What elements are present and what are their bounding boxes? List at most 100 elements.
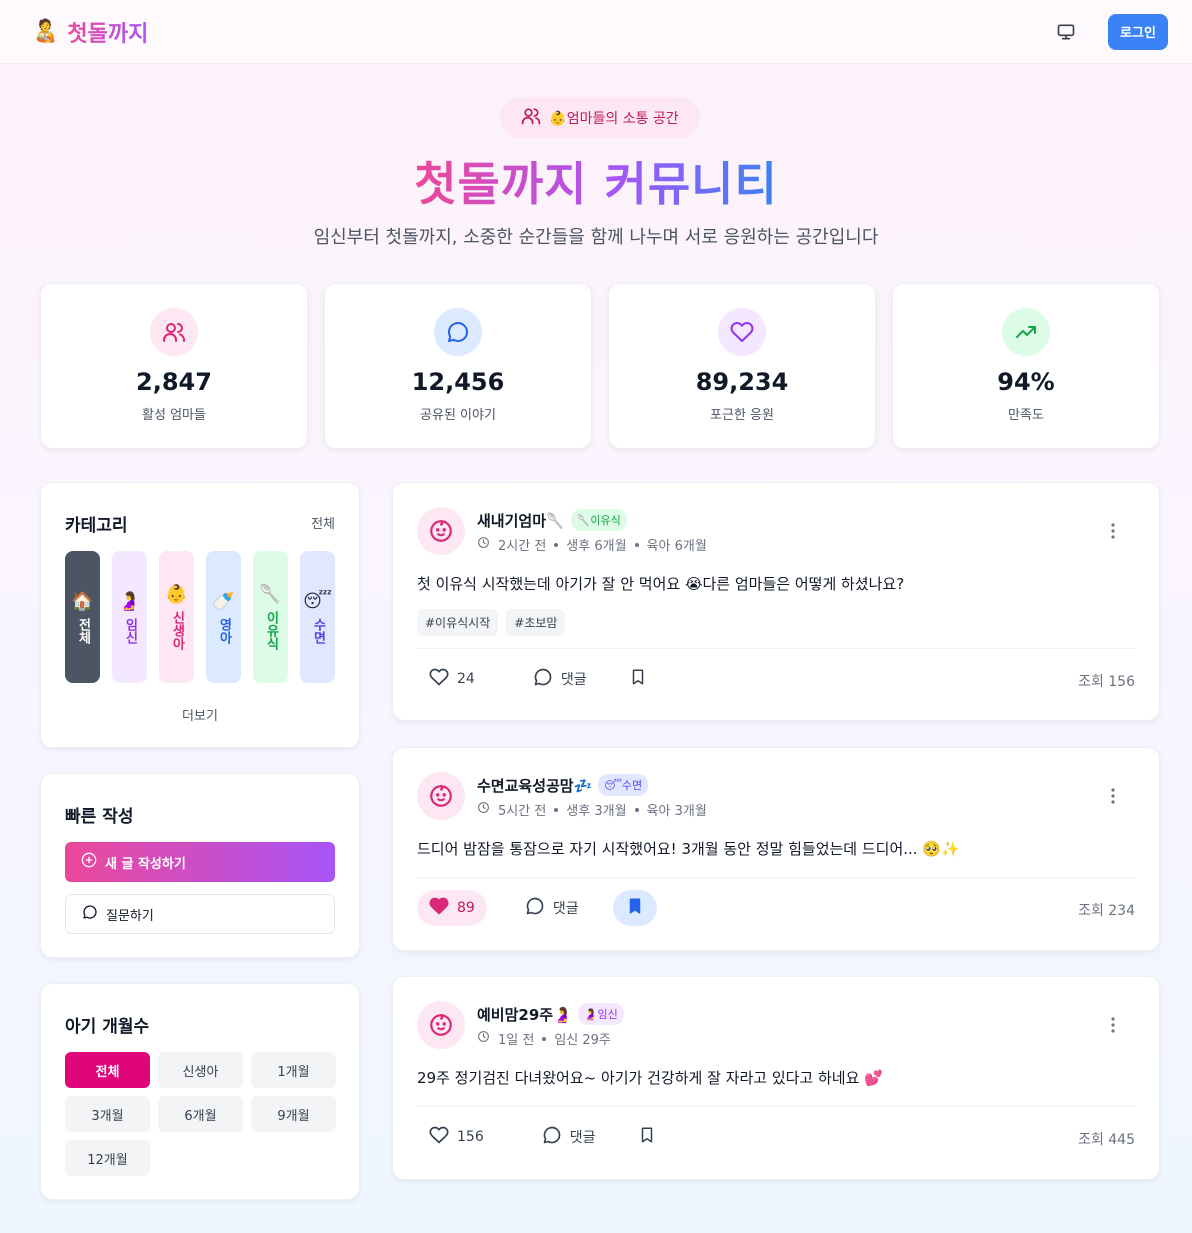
- bookmark-button[interactable]: [626, 1119, 668, 1155]
- chat-bubble-icon: [533, 667, 553, 691]
- view-count: 조회 445: [1078, 1132, 1135, 1148]
- more-options-icon[interactable]: [1103, 1015, 1123, 1035]
- month-option-6[interactable]: 6개월: [158, 1096, 243, 1132]
- month-option-1[interactable]: 1개월: [251, 1052, 336, 1088]
- post-time: 1일 전: [498, 1033, 535, 1048]
- heart-filled-icon: [429, 896, 449, 920]
- post-author[interactable]: 예비맘29주🤰: [477, 1004, 572, 1025]
- post-meta: 2시간 전 생후 6개월 육아 6개월: [477, 535, 707, 554]
- post-category-badge: 🥄이유식: [570, 509, 627, 531]
- clock-icon: [477, 536, 490, 553]
- baby-face-icon[interactable]: [417, 1001, 465, 1049]
- monitor-icon[interactable]: [1048, 14, 1084, 50]
- users-icon: [521, 106, 541, 130]
- month-option-all[interactable]: 전체: [65, 1052, 150, 1088]
- comment-button[interactable]: 댓글: [530, 1119, 608, 1155]
- category-item-baby-food[interactable]: 🥄 이유식: [253, 551, 288, 683]
- hero-badge: 👶엄마들의 소통 공간: [500, 97, 700, 138]
- category-title: 카테고리: [65, 516, 128, 536]
- post-meta: 1일 전 임신 29주: [477, 1029, 611, 1048]
- like-button[interactable]: 89: [417, 890, 487, 926]
- post-meta-item: 임신 29주: [554, 1033, 611, 1048]
- new-post-button[interactable]: 새 글 작성하기: [65, 842, 335, 882]
- month-option-12[interactable]: 12개월: [65, 1140, 150, 1176]
- like-button[interactable]: 24: [417, 661, 487, 697]
- post-body: 첫 이유식 시작했는데 아기가 잘 안 먹어요 😭다른 엄마들은 어떻게 하셨나…: [417, 575, 905, 593]
- login-button[interactable]: 로그인: [1108, 13, 1168, 50]
- post-card[interactable]: 수면교육성공맘💤 😴수면 5시간 전 생후 3개월 육아 3개월 드디어 밤잠을…: [392, 747, 1160, 951]
- stat-label: 포근한 응원: [710, 408, 774, 423]
- post-meta-item: 생후 6개월: [566, 539, 627, 554]
- stat-label: 만족도: [1008, 408, 1044, 423]
- page-subtitle: 임신부터 첫돌까지, 소중한 순간들을 함께 나누며 서로 응원하는 공간입니다: [313, 227, 879, 248]
- baby-months-title: 아기 개월수: [65, 1017, 150, 1037]
- stat-value: 89,234: [695, 368, 789, 396]
- view-count: 조회 234: [1078, 903, 1135, 919]
- ask-question-button[interactable]: 질문하기: [65, 894, 335, 934]
- stat-card-stories: 12,456 공유된 이야기: [324, 283, 592, 449]
- baby-months-panel: 아기 개월수 전체 신생아 1개월 3개월 6개월 9개월 12개월: [40, 983, 360, 1200]
- brand-emoji: 🧑‍🍼: [32, 19, 60, 44]
- hero-badge-text: 👶엄마들의 소통 공간: [549, 110, 679, 127]
- chat-bubble-icon: [82, 904, 98, 924]
- category-item-all[interactable]: 🏠 전체: [65, 551, 100, 683]
- category-item-infant[interactable]: 🍼 영아: [206, 551, 241, 683]
- stat-value: 2,847: [136, 368, 212, 396]
- page-title: 첫돌까지 커뮤니티: [414, 157, 778, 211]
- bookmark-button[interactable]: [617, 661, 659, 697]
- post-card[interactable]: 새내기엄마🥄 🥄이유식 2시간 전 생후 6개월 육아 6개월 첫 이유식 시작…: [392, 482, 1160, 721]
- post-hashtags: #이유식시작 #초보맘: [417, 609, 566, 636]
- post-meta: 5시간 전 생후 3개월 육아 3개월: [477, 800, 707, 819]
- bookmark-icon: [638, 1126, 656, 1148]
- post-author[interactable]: 새내기엄마🥄: [477, 510, 565, 531]
- baby-months-grid: 전체 신생아 1개월 3개월 6개월 9개월 12개월: [65, 1052, 336, 1176]
- more-options-icon[interactable]: [1103, 521, 1123, 541]
- category-all-link[interactable]: 전체: [311, 513, 335, 532]
- stat-card-cheers: 89,234 포근한 응원: [608, 283, 876, 449]
- month-option-9[interactable]: 9개월: [251, 1096, 336, 1132]
- like-button[interactable]: 156: [417, 1119, 496, 1155]
- stat-card-active-moms: 2,847 활성 엄마들: [40, 283, 308, 449]
- post-time: 2시간 전: [498, 539, 547, 554]
- post-author[interactable]: 수면교육성공맘💤: [477, 775, 592, 796]
- category-item-newborn[interactable]: 👶 신생아: [159, 551, 194, 683]
- view-count: 조회 156: [1078, 674, 1135, 690]
- like-count: 89: [457, 900, 475, 916]
- stat-label: 공유된 이야기: [420, 408, 496, 423]
- hashtag[interactable]: #이유식시작: [417, 609, 499, 636]
- brand-logo[interactable]: 🧑‍🍼 첫돌까지: [32, 16, 148, 48]
- post-body: 29주 정기검진 다녀왔어요~ 아기가 건강하게 잘 자라고 있다고 하네요 💕: [417, 1069, 883, 1087]
- hashtag[interactable]: #초보맘: [506, 609, 566, 636]
- clock-icon: [477, 1030, 490, 1047]
- month-option-newborn[interactable]: 신생아: [158, 1052, 243, 1088]
- heart-icon: [718, 308, 766, 356]
- brand-name: 첫돌까지: [67, 16, 148, 48]
- category-item-sleep[interactable]: 😴 수면: [300, 551, 335, 683]
- comment-button[interactable]: 댓글: [513, 890, 591, 926]
- baby-face-icon[interactable]: [417, 507, 465, 555]
- category-panel: 카테고리 전체 🏠 전체 🤰 임신 👶 신생아 🍼 영아 🥄 이유식 😴 수면 …: [40, 482, 360, 748]
- like-count: 156: [457, 1129, 484, 1145]
- trending-up-icon: [1002, 308, 1050, 356]
- month-option-3[interactable]: 3개월: [65, 1096, 150, 1132]
- quick-write-panel: 빠른 작성 새 글 작성하기 질문하기: [40, 773, 360, 958]
- chat-bubble-icon: [434, 308, 482, 356]
- category-more-link[interactable]: 더보기: [41, 705, 359, 724]
- stat-value: 12,456: [411, 368, 505, 396]
- category-item-pregnancy[interactable]: 🤰 임신: [112, 551, 147, 683]
- category-list: 🏠 전체 🤰 임신 👶 신생아 🍼 영아 🥄 이유식 😴 수면: [65, 551, 335, 683]
- quick-write-title: 빠른 작성: [65, 807, 134, 827]
- baby-face-icon[interactable]: [417, 772, 465, 820]
- comment-button[interactable]: 댓글: [521, 661, 599, 697]
- heart-icon: [429, 667, 449, 691]
- post-card[interactable]: 예비맘29주🤰 🤰임신 1일 전 임신 29주 29주 정기검진 다녀왔어요~ …: [392, 976, 1160, 1180]
- bookmark-button[interactable]: [612, 890, 657, 926]
- like-count: 24: [457, 671, 475, 687]
- bookmark-icon: [629, 668, 647, 690]
- more-options-icon[interactable]: [1103, 786, 1123, 806]
- plus-circle-icon: [81, 852, 97, 872]
- users-icon: [150, 308, 198, 356]
- chat-bubble-icon: [525, 896, 545, 920]
- stat-label: 활성 엄마들: [142, 408, 206, 423]
- stat-card-satisfaction: 94% 만족도: [892, 283, 1160, 449]
